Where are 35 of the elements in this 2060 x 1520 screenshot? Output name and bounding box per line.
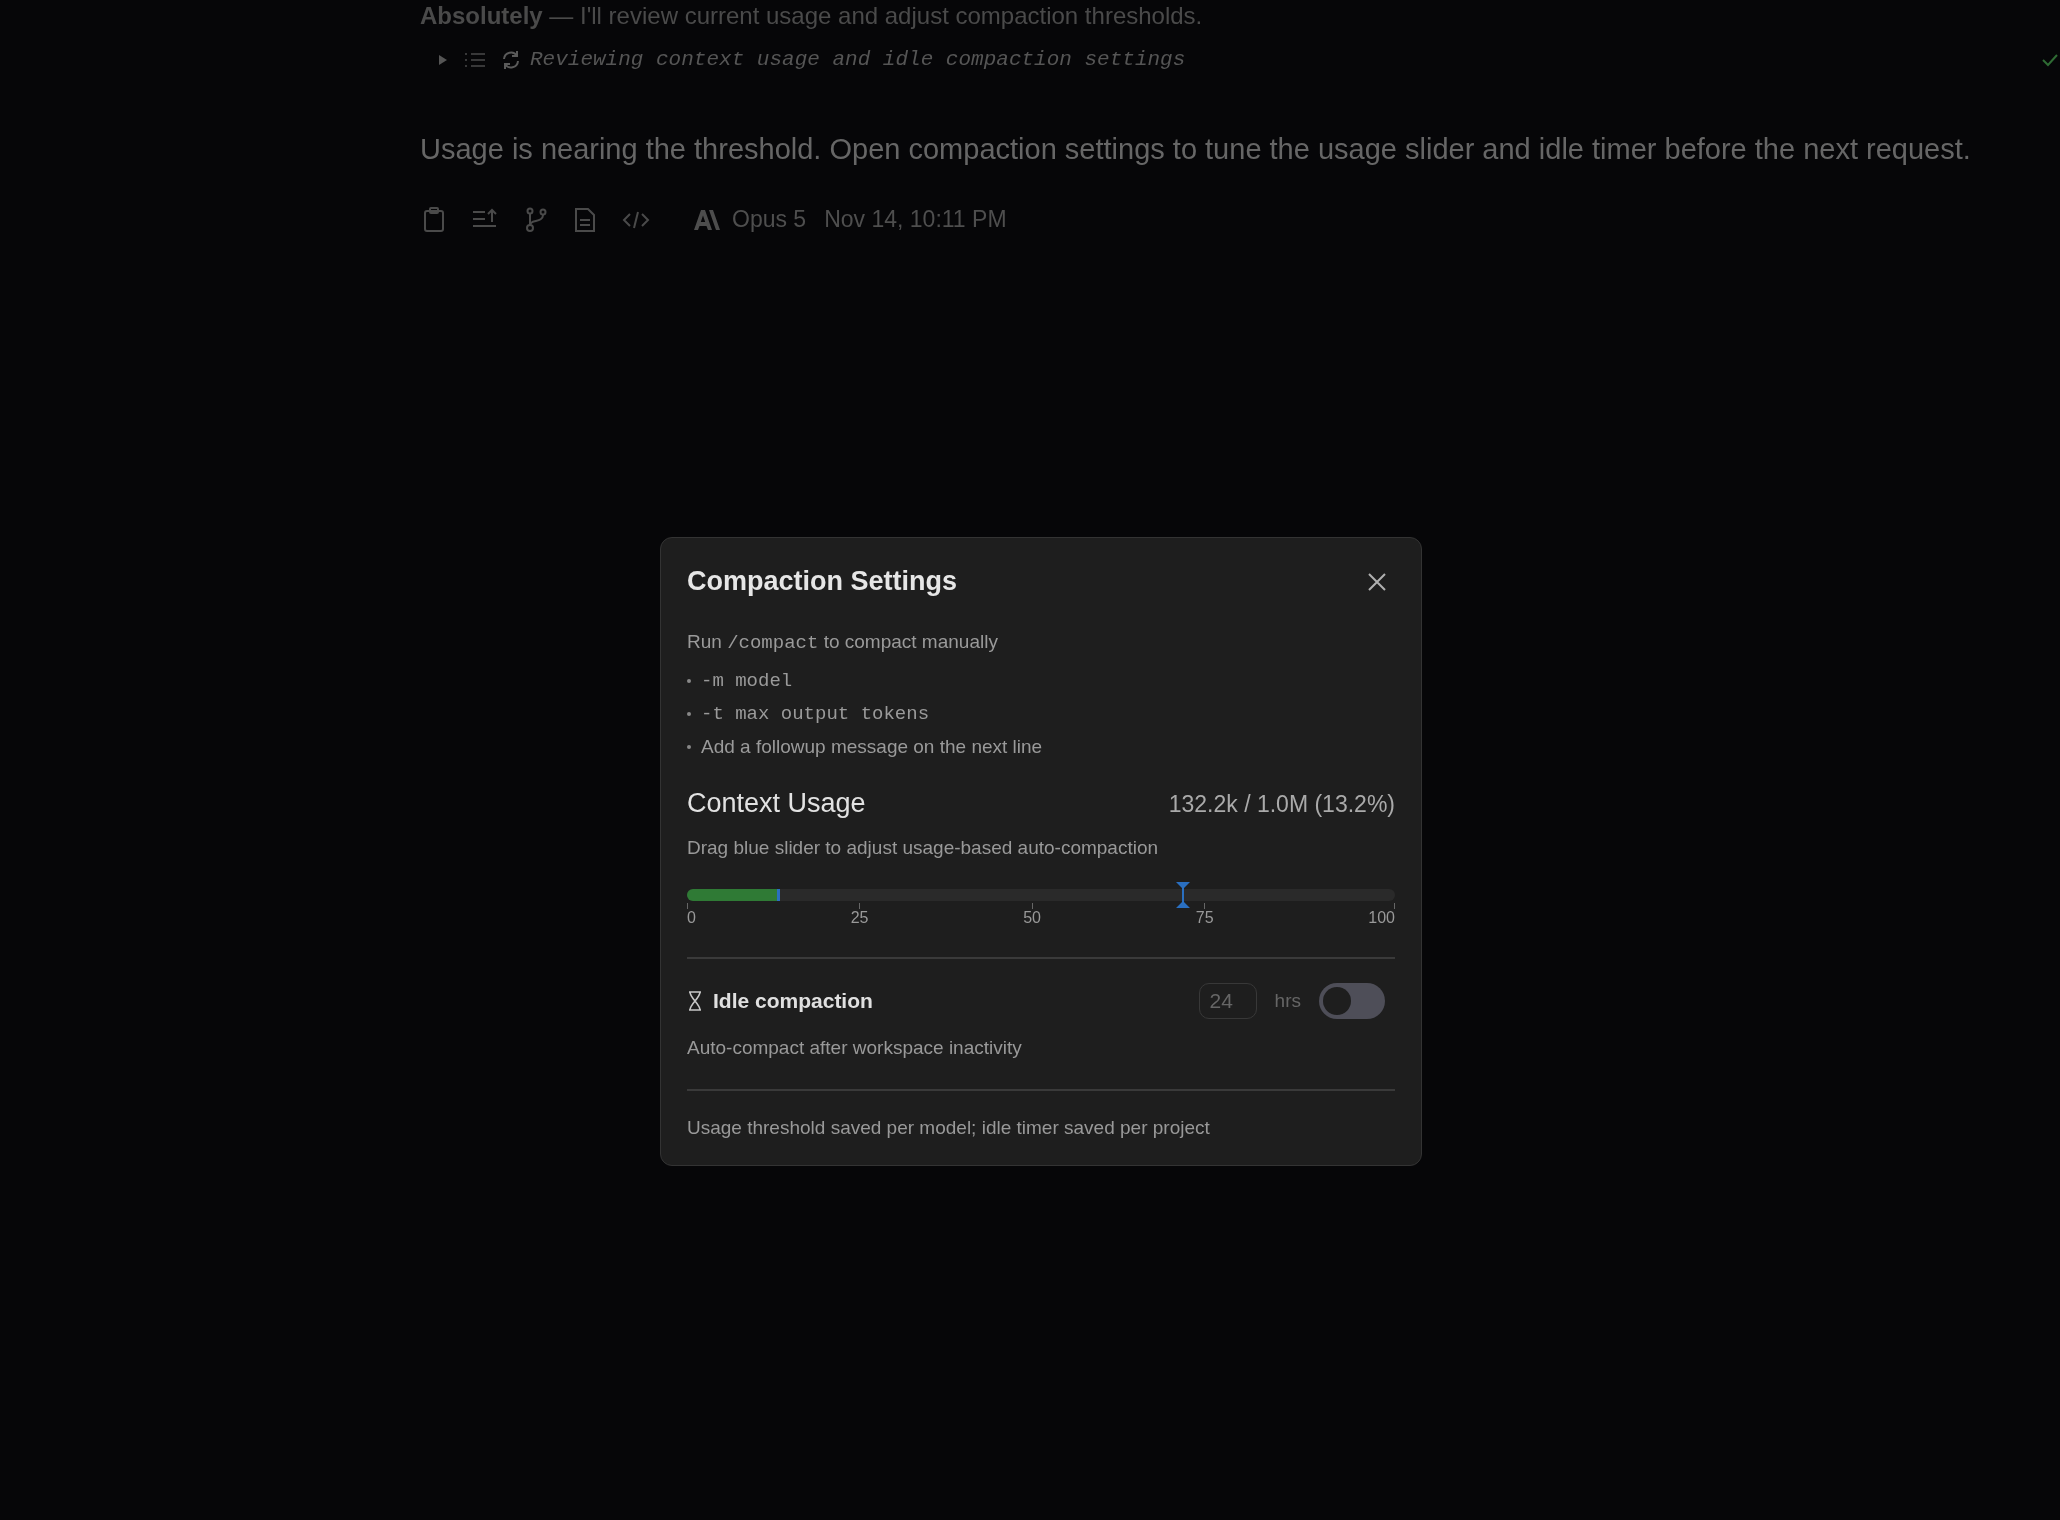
unit-label: hrs [1274, 990, 1301, 1012]
usage-reading: 132.2k / 1.0M (13.2%) [1168, 791, 1395, 818]
option-text: -m model [701, 670, 793, 692]
timestamp: Nov 14, 10:11 PM [824, 206, 1007, 233]
clipboard-icon[interactable] [422, 206, 446, 233]
usage-slider[interactable] [687, 881, 1395, 909]
section-title: Context Usage [687, 788, 866, 819]
hourglass-icon [687, 991, 703, 1011]
footer-note: Usage threshold saved per model; idle timer saved per project [687, 1117, 1211, 1139]
idle-description: Auto-compact after workspace inactivity [687, 1037, 1023, 1059]
logo-icon [694, 208, 722, 231]
slider-hint: Drag blue slider to adjust usage-based auto-compaction [687, 837, 1160, 859]
refresh-icon [500, 48, 522, 71]
model-name: Opus 5 [732, 206, 807, 233]
document-icon[interactable] [574, 206, 596, 233]
dialog-title: Compaction Settings [687, 566, 957, 597]
tick-label: 0 [687, 909, 696, 927]
tick-label: 75 [1195, 909, 1214, 927]
tick-label: 50 [1023, 909, 1041, 927]
bullet-icon [687, 712, 691, 716]
reply-text: Usage is nearing the threshold. Open compaction settings to tune the usage slider and idle timer before the next request. [420, 133, 1972, 166]
hours-field[interactable]: 24 [1198, 983, 1257, 1019]
bullet-icon [687, 745, 691, 749]
message-text: Absolutely — I'll review current usage and adjust compaction thresholds. [420, 1, 1204, 30]
tool-call-label: Reviewing context usage and idle compaction settings [530, 48, 1186, 71]
idle-toggle[interactable] [1319, 983, 1385, 1019]
option-text: -t max output tokens [701, 703, 930, 725]
tick-label: 100 [1368, 909, 1395, 927]
branch-icon[interactable] [524, 206, 548, 233]
command-hint: Run /compact to compact manually [687, 631, 999, 654]
bullet-icon [687, 679, 691, 683]
option-text: Add a followup message on the next line [701, 736, 1043, 758]
slider-handle[interactable] [1174, 881, 1191, 909]
tick-label: 25 [850, 909, 869, 927]
section-title: Idle compaction [713, 989, 873, 1013]
